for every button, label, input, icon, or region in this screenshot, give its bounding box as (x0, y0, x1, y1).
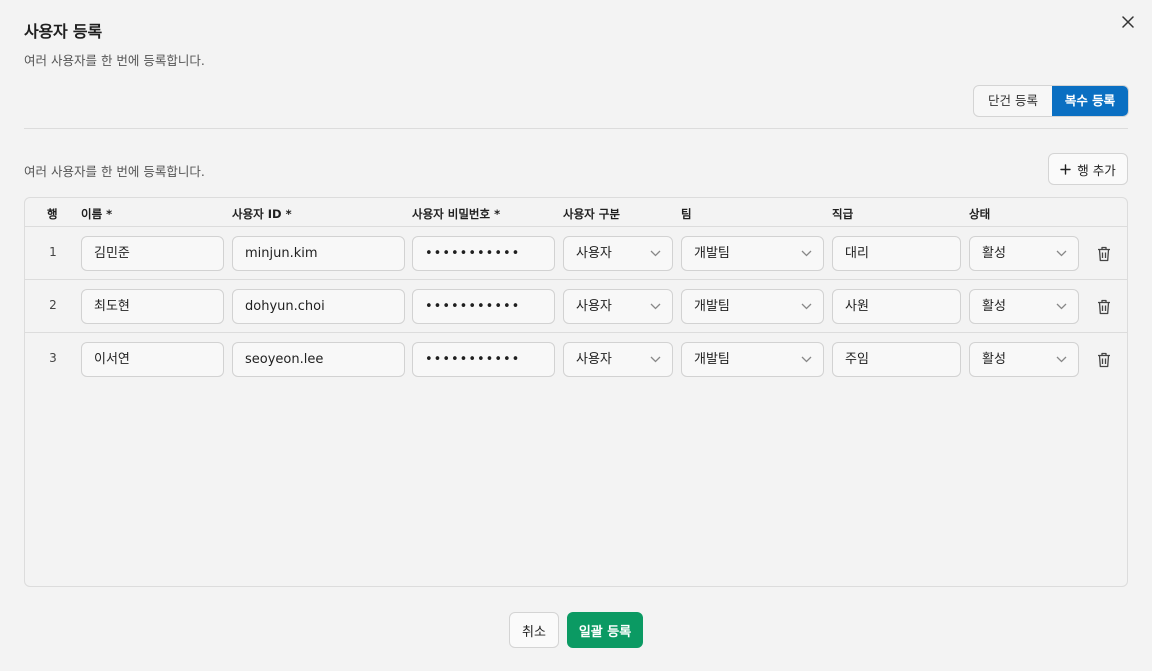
team-select[interactable]: 개발팀 (681, 289, 824, 324)
status-value: 활성 (982, 352, 1006, 367)
section-description: 여러 사용자를 한 번에 등록합니다. (24, 164, 205, 179)
row-number: 1 (49, 245, 57, 259)
team-value: 개발팀 (694, 352, 730, 367)
close-button[interactable] (1116, 10, 1140, 34)
plus-icon (1060, 163, 1071, 175)
user-type-select[interactable]: 사용자 (563, 342, 673, 377)
add-row-button[interactable]: 행 추가 (1048, 153, 1128, 185)
chevron-down-icon (1056, 303, 1067, 310)
user-id-input[interactable]: minjun.kim (232, 236, 405, 271)
name-input[interactable]: 이서연 (81, 342, 224, 377)
table-row: 3 이서연 seoyeon.lee ••••••••••• 사용자 개발팀 주임… (25, 332, 1127, 386)
add-row-label: 행 추가 (1077, 162, 1116, 178)
team-select[interactable]: 개발팀 (681, 342, 824, 377)
single-registration-tab[interactable]: 단건 등록 (974, 86, 1052, 116)
password-input[interactable]: ••••••••••• (412, 342, 555, 377)
user-type-value: 사용자 (576, 352, 612, 367)
chevron-down-icon (1056, 250, 1067, 257)
chevron-down-icon (801, 303, 812, 310)
table-row: 1 김민준 minjun.kim ••••••••••• 사용자 개발팀 대리 … (25, 226, 1127, 280)
divider (24, 128, 1128, 129)
delete-row-button[interactable] (1094, 297, 1114, 317)
status-value: 활성 (982, 299, 1006, 314)
dialog-subtitle: 여러 사용자를 한 번에 등록합니다. (24, 53, 205, 68)
header-user-type: 사용자 구분 (563, 207, 620, 221)
header-team: 팀 (681, 207, 692, 221)
user-type-value: 사용자 (576, 299, 612, 314)
chevron-down-icon (1056, 356, 1067, 363)
user-type-value: 사용자 (576, 246, 612, 261)
trash-icon (1098, 352, 1110, 368)
user-type-select[interactable]: 사용자 (563, 289, 673, 324)
name-input[interactable]: 최도현 (81, 289, 224, 324)
position-input[interactable]: 사원 (832, 289, 961, 324)
header-status: 상태 (969, 207, 991, 221)
user-id-input[interactable]: dohyun.choi (232, 289, 405, 324)
chevron-down-icon (650, 303, 661, 310)
row-number: 3 (49, 351, 57, 365)
team-value: 개발팀 (694, 246, 730, 261)
delete-row-button[interactable] (1094, 244, 1114, 264)
user-type-select[interactable]: 사용자 (563, 236, 673, 271)
cancel-button[interactable]: 취소 (509, 612, 559, 648)
row-number: 2 (49, 298, 57, 312)
team-value: 개발팀 (694, 299, 730, 314)
chevron-down-icon (801, 356, 812, 363)
chevron-down-icon (650, 250, 661, 257)
password-input[interactable]: ••••••••••• (412, 236, 555, 271)
trash-icon (1098, 299, 1110, 315)
header-row-number: 행 (47, 207, 58, 221)
name-input[interactable]: 김민준 (81, 236, 224, 271)
registration-mode-toggle: 단건 등록 복수 등록 (973, 85, 1129, 117)
close-icon (1122, 16, 1134, 28)
status-select[interactable]: 활성 (969, 342, 1079, 377)
header-password: 사용자 비밀번호 * (412, 207, 501, 221)
user-id-input[interactable]: seoyeon.lee (232, 342, 405, 377)
header-user-id: 사용자 ID * (232, 207, 292, 221)
dialog-title: 사용자 등록 (24, 22, 102, 41)
delete-row-button[interactable] (1094, 350, 1114, 370)
user-table: 행 이름 * 사용자 ID * 사용자 비밀번호 * 사용자 구분 팀 직급 상… (24, 197, 1128, 587)
header-name: 이름 * (81, 207, 113, 221)
position-input[interactable]: 대리 (832, 236, 961, 271)
team-select[interactable]: 개발팀 (681, 236, 824, 271)
header-position: 직급 (832, 207, 854, 221)
chevron-down-icon (801, 250, 812, 257)
multi-registration-tab[interactable]: 복수 등록 (1052, 86, 1128, 116)
position-input[interactable]: 주임 (832, 342, 961, 377)
table-row: 2 최도현 dohyun.choi ••••••••••• 사용자 개발팀 사원… (25, 279, 1127, 333)
user-registration-dialog: 사용자 등록 여러 사용자를 한 번에 등록합니다. 단건 등록 복수 등록 여… (0, 0, 1152, 671)
status-select[interactable]: 활성 (969, 289, 1079, 324)
status-select[interactable]: 활성 (969, 236, 1079, 271)
status-value: 활성 (982, 246, 1006, 261)
password-input[interactable]: ••••••••••• (412, 289, 555, 324)
chevron-down-icon (650, 356, 661, 363)
bulk-register-button[interactable]: 일괄 등록 (567, 612, 643, 648)
trash-icon (1098, 246, 1110, 262)
